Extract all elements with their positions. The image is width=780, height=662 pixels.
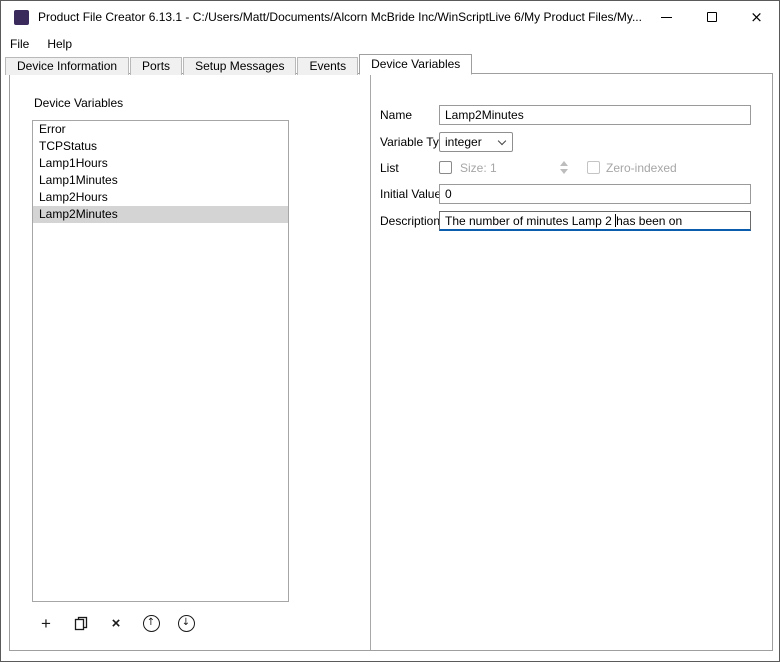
maximize-icon [707,12,717,22]
initial-value-input[interactable]: 0 [439,184,751,204]
app-window: Product File Creator 6.13.1 - C:/Users/M… [0,0,780,662]
variable-type-select[interactable]: integer [439,132,513,152]
tab-device-information[interactable]: Device Information [5,57,129,75]
move-up-button[interactable]: ↑ [139,612,163,634]
minimize-button[interactable] [644,1,689,33]
menu-help[interactable]: Help [38,34,81,54]
plus-icon: + [41,615,51,632]
window-controls: × [644,1,779,33]
close-icon: × [750,10,763,25]
duplicate-variable-button[interactable] [69,612,93,634]
arrow-down-circle-icon: ↓ [178,615,195,632]
zero-indexed-label: Zero-indexed [606,158,677,178]
list-checkbox[interactable] [439,161,452,174]
delete-icon: × [112,616,121,631]
name-label: Name [380,105,412,125]
chevron-down-icon [498,137,506,145]
tab-ports[interactable]: Ports [130,57,182,75]
tab-setup-messages[interactable]: Setup Messages [183,57,296,75]
description-input[interactable]: The number of minutes Lamp 2 has been on [439,211,751,231]
menubar: File Help [1,33,779,55]
tab-bar: Device Information Ports Setup Messages … [5,54,473,75]
size-spinner[interactable] [560,161,568,174]
zero-indexed-checkbox[interactable] [587,161,600,174]
list-label: List [380,158,399,178]
duplicate-icon [74,616,89,631]
spin-down-icon [560,169,568,174]
app-icon [14,10,29,25]
tab-events[interactable]: Events [297,57,358,75]
arrow-up-circle-icon: ↑ [143,615,160,632]
description-text-after-caret: has been on [616,214,682,228]
variable-type-row: Variable Type integer [10,132,772,152]
delete-variable-button[interactable]: × [104,612,128,634]
tab-device-variables[interactable]: Device Variables [359,54,472,75]
spin-up-icon [560,161,568,166]
menu-file[interactable]: File [1,34,38,54]
move-down-button[interactable]: ↓ [174,612,198,634]
device-variables-panel: Device Variables Error TCPStatus Lamp1Ho… [9,73,773,651]
initial-value-row: Initial Value 0 [10,184,772,204]
initial-value-label: Initial Value [380,184,441,204]
description-row: Description The number of minutes Lamp 2… [10,211,772,231]
maximize-button[interactable] [689,1,734,33]
close-button[interactable]: × [734,1,779,33]
name-row: Name Lamp2Minutes [10,105,772,125]
list-toolbar: + × ↑ ↓ [34,612,198,634]
add-variable-button[interactable]: + [34,612,58,634]
description-label: Description [380,211,440,231]
name-input[interactable]: Lamp2Minutes [439,105,751,125]
description-text-before-caret: The number of minutes Lamp 2 [445,214,615,228]
list-row: List Size: 1 Zero-indexed [10,158,772,178]
window-title: Product File Creator 6.13.1 - C:/Users/M… [38,10,644,24]
size-label: Size: 1 [460,158,497,178]
titlebar: Product File Creator 6.13.1 - C:/Users/M… [1,1,779,33]
minimize-icon [661,17,672,18]
variable-type-value: integer [445,135,482,149]
